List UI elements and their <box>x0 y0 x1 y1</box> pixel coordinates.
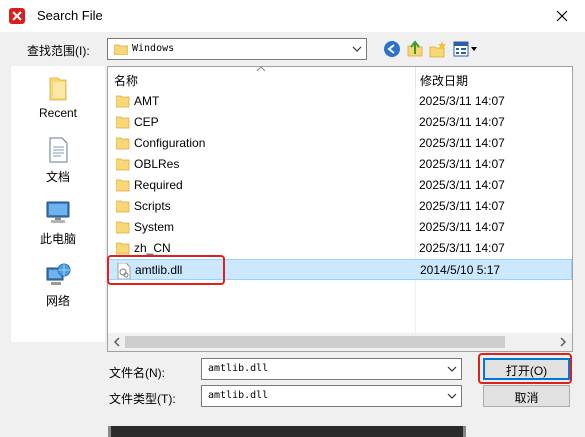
lookin-value: Windows <box>132 43 175 54</box>
file-date: 2025/3/11 14:07 <box>419 94 505 108</box>
file-row[interactable]: Scripts 2025/3/11 14:07 <box>108 196 572 217</box>
filetype-select[interactable]: amtlib.dll <box>201 385 462 407</box>
file-name: amtlib.dll <box>135 263 183 277</box>
sort-up-icon <box>256 66 266 72</box>
view-menu-icon <box>453 41 477 57</box>
chevron-down-icon[interactable] <box>447 391 457 401</box>
filetype-value: amtlib.dll <box>208 390 269 401</box>
file-row[interactable]: Configuration 2025/3/11 14:07 <box>108 133 572 154</box>
network-icon <box>46 263 71 285</box>
file-row[interactable]: zh_CN 2025/3/11 14:07 <box>108 238 572 259</box>
file-date: 2025/3/11 14:07 <box>419 115 505 129</box>
file-date: 2025/3/11 14:07 <box>419 136 505 150</box>
folder-icon <box>116 158 130 171</box>
scrollbar-thumb[interactable] <box>125 336 505 348</box>
filename-value: amtlib.dll <box>208 363 269 374</box>
close-icon <box>556 10 568 22</box>
cancel-button[interactable]: 取消 <box>483 385 570 407</box>
file-name: System <box>134 220 175 234</box>
file-date: 2025/3/11 14:07 <box>419 199 505 213</box>
app-icon <box>9 8 25 24</box>
file-date: 2025/3/11 14:07 <box>419 220 505 234</box>
place-computer[interactable]: 此电脑 <box>11 192 105 252</box>
place-network[interactable]: 网络 <box>11 254 105 314</box>
place-label: 文档 <box>45 170 70 184</box>
background-window-edge <box>108 426 466 437</box>
file-row[interactable]: System 2025/3/11 14:07 <box>108 217 572 238</box>
file-name: Configuration <box>134 136 206 150</box>
title-bar: Search File <box>0 0 585 32</box>
file-date: 2014/5/10 5:17 <box>420 263 501 277</box>
file-row[interactable]: Required 2025/3/11 14:07 <box>108 175 572 196</box>
up-folder-icon <box>407 40 423 57</box>
view-menu-button[interactable] <box>452 39 480 59</box>
horizontal-scrollbar[interactable] <box>108 333 572 351</box>
lookin-combo[interactable]: Windows <box>107 38 367 60</box>
chevron-down-icon <box>352 46 362 52</box>
chevron-down-icon[interactable] <box>447 364 457 374</box>
file-name: CEP <box>134 115 159 129</box>
column-header-modified[interactable]: 修改日期 <box>420 67 468 89</box>
file-date: 2025/3/11 14:07 <box>419 157 505 171</box>
folder-icon <box>116 116 130 129</box>
header-separator <box>415 67 416 89</box>
folder-icon <box>116 95 130 108</box>
window-title: Search File <box>37 8 103 23</box>
file-name: Scripts <box>134 199 171 213</box>
file-name: zh_CN <box>134 241 171 255</box>
back-icon <box>384 41 400 57</box>
file-name: Required <box>134 178 183 192</box>
place-label: 此电脑 <box>39 232 76 246</box>
dll-file-icon <box>117 263 131 279</box>
back-button[interactable] <box>382 39 402 59</box>
file-list[interactable]: 名称 修改日期 AMT 2025/3/11 14:07 CEP 2025/3/1… <box>107 66 573 352</box>
file-date: 2025/3/11 14:07 <box>419 241 505 255</box>
new-folder-icon <box>429 41 446 58</box>
folder-icon <box>116 137 130 150</box>
folder-icon <box>116 221 130 234</box>
file-name: AMT <box>134 94 160 108</box>
documents-icon <box>49 137 68 163</box>
file-date: 2025/3/11 14:07 <box>419 178 505 192</box>
computer-icon <box>46 201 70 223</box>
folder-icon <box>116 179 130 192</box>
file-row[interactable]: CEP 2025/3/11 14:07 <box>108 112 572 133</box>
places-bar: Recent 文档 此电脑 网络 <box>11 66 105 342</box>
folder-icon <box>116 200 130 213</box>
scroll-right-icon[interactable] <box>559 337 567 347</box>
lookin-label: 查找范围(I): <box>27 44 90 58</box>
close-button[interactable] <box>539 0 585 32</box>
folder-icon <box>116 242 130 255</box>
open-button[interactable]: 打开(O) <box>483 358 570 380</box>
place-label: Recent <box>38 106 78 120</box>
filename-label: 文件名(N): <box>109 366 165 380</box>
file-row[interactable]: OBLRes 2025/3/11 14:07 <box>108 154 572 175</box>
file-row-selected[interactable]: amtlib.dll 2014/5/10 5:17 <box>108 259 572 280</box>
file-row[interactable]: AMT 2025/3/11 14:07 <box>108 91 572 112</box>
scroll-left-icon[interactable] <box>113 337 121 347</box>
place-recent[interactable]: Recent <box>11 68 105 128</box>
up-folder-button[interactable] <box>405 39 425 59</box>
file-name: OBLRes <box>134 157 180 171</box>
column-header-name[interactable]: 名称 <box>114 67 138 89</box>
place-documents[interactable]: 文档 <box>11 130 105 190</box>
recent-icon <box>49 77 67 101</box>
place-label: 网络 <box>45 294 70 308</box>
folder-icon <box>114 44 128 55</box>
filetype-label: 文件类型(T): <box>109 392 176 406</box>
filename-input[interactable]: amtlib.dll <box>201 358 462 380</box>
new-folder-button[interactable] <box>428 39 448 59</box>
